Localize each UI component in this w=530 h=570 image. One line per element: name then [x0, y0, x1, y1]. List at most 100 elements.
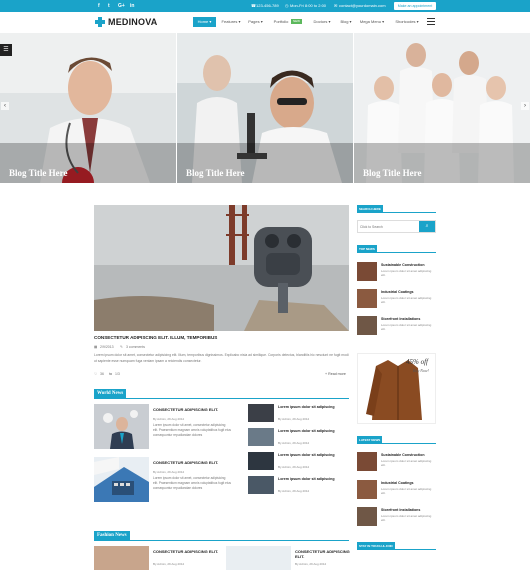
world-side-title-3[interactable]: Lorem ipsum dolor sit adipiscing — [278, 453, 348, 458]
hero-slide-1[interactable]: Blog Title Here — [0, 33, 176, 183]
facebook-icon[interactable]: f — [98, 3, 100, 9]
ad-buy-now: Buy Now! — [413, 368, 429, 373]
featured-likes: 36 — [100, 372, 104, 376]
slider-prev-arrow-icon[interactable]: ‹ — [1, 102, 9, 110]
doctors-team-photo — [354, 33, 530, 183]
world-side-meta-3: By Admin, 29 Aug 2012 — [278, 465, 310, 469]
jacket-ad-banner[interactable]: 45% off Buy Now! — [357, 353, 436, 424]
top-news-text-3: Lorem ipsum dolor sit amet adipiscing el… — [381, 323, 432, 332]
world-news-header: World News — [94, 389, 349, 399]
latest-news-title-2[interactable]: Industrial Coatings — [381, 481, 414, 485]
featured-post-title[interactable]: CONSECTETUR ADIPISCING ELIT. ILLUM, TEMP… — [94, 335, 217, 340]
world-news-title-1[interactable]: CONSECTETUR ADIPISCING ELIT. — [153, 407, 218, 412]
world-side-title-2[interactable]: Lorem ipsum dolor sit adipiscing — [278, 429, 348, 434]
hero-slide-2[interactable]: Blog Title Here — [177, 33, 353, 183]
latest-news-thumb-3[interactable] — [357, 507, 377, 526]
top-bar: f t G+ in ☎ 123-456-789 ◷ Mon-Fri 8:00 t… — [0, 0, 530, 12]
top-news-thumb-3[interactable] — [357, 316, 377, 335]
world-news-thumb-1[interactable] — [94, 404, 149, 449]
search-widget-header: SEARCH HERE — [357, 205, 436, 213]
sidebar-toggle-icon[interactable]: ☰ — [0, 44, 12, 56]
fashion-news-heading: Fashion News — [94, 531, 130, 541]
linkedin-icon[interactable]: in — [130, 3, 134, 9]
latest-news-thumb-2[interactable] — [357, 480, 377, 499]
google-plus-icon[interactable]: G+ — [118, 3, 125, 9]
clock-icon: ◷ — [285, 3, 289, 8]
site-header — [0, 12, 530, 33]
logo-text[interactable]: MEDINOVA — [108, 17, 157, 27]
nav-pages[interactable]: Pages ▾ — [246, 17, 265, 27]
top-news-thumb-2[interactable] — [357, 289, 377, 308]
top-news-thumb-1[interactable] — [357, 262, 377, 281]
world-news-text-1: Lorem ipsum dolor sit amet, consectetur … — [153, 423, 231, 437]
world-side-meta-1: By Admin, 29 Aug 2012 — [278, 417, 310, 421]
world-side-thumb-3[interactable] — [248, 452, 274, 470]
world-side-title-1[interactable]: Lorem ipsum dolor sit adipiscing — [278, 405, 348, 410]
latest-news-header: LATEST NEWS — [357, 436, 436, 444]
twitter-icon[interactable]: t — [108, 3, 110, 9]
world-news-text-2: Lorem ipsum dolor sit amet, consectetur … — [153, 476, 231, 490]
featured-post-image[interactable] — [94, 205, 349, 331]
world-news-meta-2: By Admin, 29 Aug 2012 — [153, 470, 185, 474]
nav-mega-menu[interactable]: Mega Menu ▾ — [358, 17, 386, 27]
email-link[interactable]: contact@yourdomain.com — [339, 3, 386, 8]
nav-blog[interactable]: Blog ▾ — [338, 17, 354, 27]
latest-news-title-3[interactable]: Storefront Installations — [381, 508, 420, 512]
slider-next-arrow-icon[interactable]: › — [521, 102, 529, 110]
search-icon[interactable]: ⌕ — [419, 221, 435, 232]
nav-home[interactable]: Home ▾ — [193, 17, 216, 27]
hero-title-2[interactable]: Blog Title Here — [186, 168, 245, 178]
world-side-thumb-4[interactable] — [248, 476, 274, 494]
hours-text: Mon-Fri 8:00 to 2:00 — [290, 3, 327, 8]
world-side-thumb-1[interactable] — [248, 404, 274, 422]
follow-heading: STAY IN TOUCH & JOIN — [357, 542, 395, 550]
top-news-title-1[interactable]: Sustainable Construction — [381, 263, 425, 267]
world-news-title-2[interactable]: CONSECTETUR ADIPISCING ELIT. — [153, 460, 218, 465]
nav-shortcodes[interactable]: Shortcodes ▾ — [393, 17, 421, 27]
fashion-news-header: Fashion News — [94, 531, 349, 541]
world-side-title-4[interactable]: Lorem ipsum dolor sit adipiscing — [278, 477, 348, 482]
fashion-thumb-1[interactable] — [94, 546, 149, 570]
latest-news-text-3: Lorem ipsum dolor sit amet adipiscing el… — [381, 514, 432, 523]
search-box: ⌕ — [357, 220, 436, 233]
world-side-thumb-2[interactable] — [248, 428, 274, 446]
nav-doctors[interactable]: Doctors ▾ — [311, 17, 333, 27]
top-news-header: TOP NEWS — [357, 245, 436, 253]
microscope-photo — [177, 33, 353, 183]
share-icon[interactable]: ⇆ — [109, 372, 112, 376]
fashion-meta-2: By Admin, 29 Aug 2012 — [295, 562, 327, 566]
top-news-title-3[interactable]: Storefront Installations — [381, 317, 420, 321]
nav-features[interactable]: Features ▾ — [219, 17, 243, 27]
featured-excerpt: Lorem ipsum dolor sit amet, consectetur … — [94, 353, 349, 363]
featured-comments[interactable]: 3 comments — [126, 345, 145, 349]
top-news-title-2[interactable]: Industrial Coatings — [381, 290, 414, 294]
menu-icon[interactable] — [427, 18, 435, 25]
hero-title-3[interactable]: Blog Title Here — [363, 168, 422, 178]
businessman-photo — [94, 404, 149, 449]
phone-number: 123-456-789 — [256, 3, 279, 8]
search-input[interactable] — [360, 223, 418, 231]
world-news-meta-1: By Admin, 29 Aug 2012 — [153, 417, 185, 421]
ad-percent: 45% off — [406, 358, 428, 366]
world-news-heading: World News — [94, 389, 127, 399]
latest-news-text-1: Lorem ipsum dolor sit amet adipiscing el… — [381, 459, 432, 468]
appointment-button[interactable]: Make an appointment — [394, 2, 436, 10]
calculator-photo — [94, 457, 149, 502]
top-news-text-1: Lorem ipsum dolor sit amet adipiscing el… — [381, 269, 432, 278]
latest-news-title-1[interactable]: Sustainable Construction — [381, 453, 425, 457]
hero-slider: Blog Title Here Blog Title Here Blog Tit… — [0, 33, 530, 183]
top-news-heading: TOP NEWS — [357, 245, 377, 253]
hero-title-1[interactable]: Blog Title Here — [9, 168, 68, 178]
fashion-thumb-2[interactable] — [226, 546, 291, 570]
featured-shares: 1/3 — [115, 372, 120, 376]
read-more-link[interactable]: + Read more — [325, 372, 346, 376]
mail-icon: ✉ — [334, 3, 338, 8]
heart-icon[interactable]: ♡ — [94, 372, 97, 376]
fashion-title-1[interactable]: CONSECTETUR ADIPISCING ELIT. — [153, 549, 218, 554]
logo-cross-icon[interactable] — [95, 17, 105, 27]
fashion-title-2[interactable]: CONSECTETUR ADIPISCING ELIT. — [295, 549, 350, 559]
world-news-thumb-2[interactable] — [94, 457, 149, 502]
latest-news-thumb-1[interactable] — [357, 452, 377, 471]
nav-portfolio[interactable]: Portfolio — [271, 17, 291, 27]
hero-slide-3[interactable]: Blog Title Here — [354, 33, 530, 183]
